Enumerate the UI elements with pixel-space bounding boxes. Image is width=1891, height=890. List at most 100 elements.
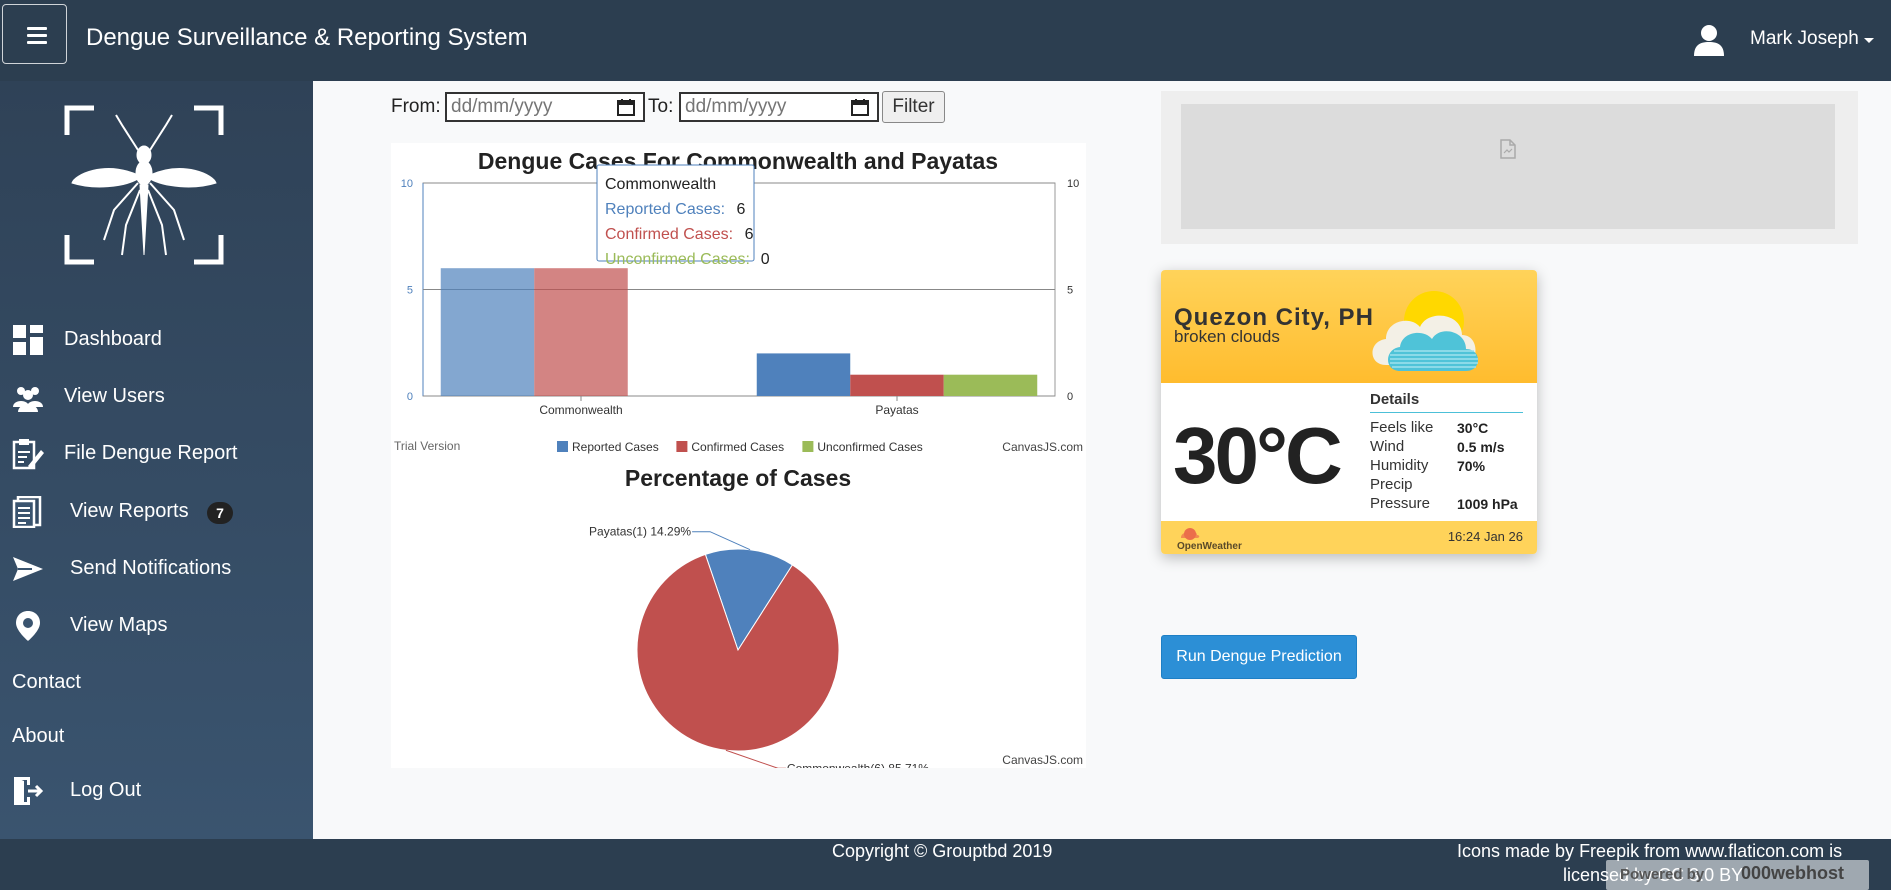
logout-icon — [14, 777, 44, 805]
weather-details-divider — [1370, 412, 1523, 413]
ad-placeholder — [1161, 91, 1858, 244]
send-icon — [13, 557, 43, 581]
sidebar-item-label: Contact — [12, 671, 81, 693]
webhost-logo: 000webhost — [1741, 863, 1845, 883]
legend-item[interactable]: Confirmed Cases — [691, 440, 784, 454]
canvasjs-credit[interactable]: CanvasJS.com — [1002, 440, 1083, 454]
sidebar-item-view-users[interactable]: View Users — [0, 375, 313, 419]
x-tick-label: Commonwealth — [539, 403, 622, 417]
legend-item[interactable]: Unconfirmed Cases — [817, 440, 922, 454]
powered-by-badge[interactable]: Powered by 000webhost — [1606, 860, 1869, 890]
weather-detail-value: 1009 hPa — [1457, 496, 1518, 512]
reports-count-badge: 7 — [207, 502, 233, 524]
weather-timestamp: 16:24 Jan 26 — [1447, 529, 1523, 544]
calendar-icon[interactable] — [617, 98, 635, 116]
powered-by-label: Powered by — [1620, 866, 1705, 883]
weather-detail-label: Pressure — [1370, 495, 1431, 512]
sidebar-item-label: Send Notifications — [70, 557, 232, 579]
bar-confirmed-cases[interactable] — [534, 268, 628, 396]
sidebar-item-label: File Dengue Report — [64, 442, 238, 464]
tooltip-row-label: Reported Cases: — [605, 201, 725, 218]
pie-chart-slices[interactable]: Payatas(1) 14.29% Commonwealth(6) 85.71% — [589, 525, 929, 768]
sidebar-item-file-dengue-report[interactable]: File Dengue Report — [0, 432, 313, 476]
weather-detail-label: Wind — [1370, 438, 1405, 455]
sidebar-item-view-maps[interactable]: View Maps — [0, 604, 313, 648]
tooltip-row-value: 6 — [737, 201, 746, 218]
bar-chart-categories: Commonwealth Payatas — [539, 396, 919, 417]
from-label: From: — [391, 96, 441, 117]
bar-chart-legend[interactable]: Reported Cases Confirmed Cases Unconfirmed… — [557, 440, 923, 454]
y2-tick-label: 10 — [1067, 178, 1079, 190]
tooltip-row-value: 6 — [745, 226, 754, 243]
sidebar-item-label: View Reports — [70, 500, 189, 522]
charts-panel: Dengue Cases For Commonwealth and Payata… — [391, 143, 1086, 768]
run-dengue-prediction-button[interactable]: Run Dengue Prediction — [1161, 635, 1357, 679]
sidebar-item-log-out[interactable]: Log Out — [0, 769, 313, 813]
legend-swatch — [802, 441, 814, 452]
dashboard-icon — [13, 325, 43, 355]
sidebar-item-contact[interactable]: Contact — [0, 661, 313, 705]
calendar-icon[interactable] — [851, 98, 869, 116]
sidebar-item-view-reports[interactable]: View Reports 7 — [0, 490, 313, 534]
footer: Copyright © Grouptbd 2019 Icons made by … — [0, 839, 1891, 890]
sidebar-item-label: View Users — [64, 385, 165, 407]
sidebar-item-dashboard[interactable]: Dashboard — [0, 318, 313, 362]
weather-description: broken clouds — [1174, 327, 1280, 346]
pie-label-connector — [692, 531, 751, 551]
x-tick-label: Payatas — [875, 403, 918, 417]
app-title: Dengue Surveillance & Reporting System — [86, 24, 528, 51]
user-menu-name[interactable]: Mark Joseph — [1750, 28, 1859, 50]
pie-slice-label: Commonwealth(6) 85.71% — [787, 761, 929, 768]
file-report-icon — [12, 439, 44, 470]
hamburger-line — [27, 41, 47, 44]
mosquito-logo-icon — [64, 105, 224, 265]
pie-chart[interactable]: Percentage of Cases Payatas(1) 14.29% Com… — [391, 463, 1086, 768]
chevron-down-icon[interactable] — [1864, 38, 1874, 43]
reports-icon — [12, 496, 42, 528]
hamburger-line — [27, 34, 47, 37]
pie-label-connector — [725, 749, 786, 768]
broken-clouds-icon — [1372, 291, 1478, 371]
weather-detail-value: 70% — [1457, 458, 1486, 474]
bar-chart-bars[interactable] — [440, 268, 1038, 396]
icon-credit-text: Icons made by Freepik from www.flaticon.… — [1457, 841, 1843, 861]
bar-reported-cases[interactable] — [440, 268, 535, 396]
openweather-brand[interactable]: OpenWeather — [1177, 541, 1242, 552]
tooltip-title: Commonwealth — [605, 176, 716, 193]
user-avatar-icon[interactable] — [1692, 23, 1726, 57]
tooltip-row-value: 0 — [761, 251, 770, 268]
pie-slice-label: Payatas(1) 14.29% — [589, 525, 691, 539]
sidebar: Dashboard View Users File Dengue Report … — [0, 81, 313, 839]
ad-frame — [1181, 104, 1835, 229]
weather-details-title: Details — [1370, 391, 1420, 408]
to-date-input[interactable] — [679, 92, 879, 122]
legend-swatch — [676, 441, 688, 452]
legend-item[interactable]: Reported Cases — [572, 440, 659, 454]
from-date-input[interactable] — [445, 92, 645, 122]
y-tick-label: 0 — [407, 391, 413, 403]
menu-toggle-button[interactable] — [2, 4, 67, 64]
bar-unconfirmed-cases[interactable] — [943, 374, 1038, 396]
weather-header: Quezon City, PH broken clouds — [1161, 270, 1537, 383]
y-tick-label: 10 — [401, 178, 413, 190]
weather-footer: OpenWeather 16:24 Jan 26 — [1161, 521, 1537, 554]
weather-detail-value: 30°C — [1457, 420, 1489, 436]
y-tick-label: 5 — [407, 285, 413, 297]
tooltip-row-label: Confirmed Cases: — [605, 226, 733, 243]
sidebar-item-label: Log Out — [70, 779, 142, 801]
bar-reported-cases[interactable] — [756, 353, 851, 396]
sidebar-item-send-notifications[interactable]: Send Notifications — [0, 547, 313, 591]
map-pin-icon — [16, 611, 40, 641]
filter-button[interactable]: Filter — [882, 91, 945, 123]
tooltip-row-label: Unconfirmed Cases: — [605, 251, 750, 268]
bar-chart[interactable]: Dengue Cases For Commonwealth and Payata… — [391, 143, 1086, 463]
y2-tick-label: 5 — [1067, 285, 1073, 297]
bar-confirmed-cases[interactable] — [850, 374, 944, 396]
pie-chart-title: Percentage of Cases — [625, 465, 851, 491]
hamburger-icon — [27, 27, 47, 30]
sidebar-item-about[interactable]: About — [0, 715, 313, 759]
weather-widget: Quezon City, PH broken clouds 30°C Detai… — [1161, 270, 1537, 554]
to-label: To: — [648, 96, 674, 117]
sidebar-item-label: Dashboard — [64, 328, 162, 350]
canvasjs-credit[interactable]: CanvasJS.com — [1002, 753, 1083, 767]
